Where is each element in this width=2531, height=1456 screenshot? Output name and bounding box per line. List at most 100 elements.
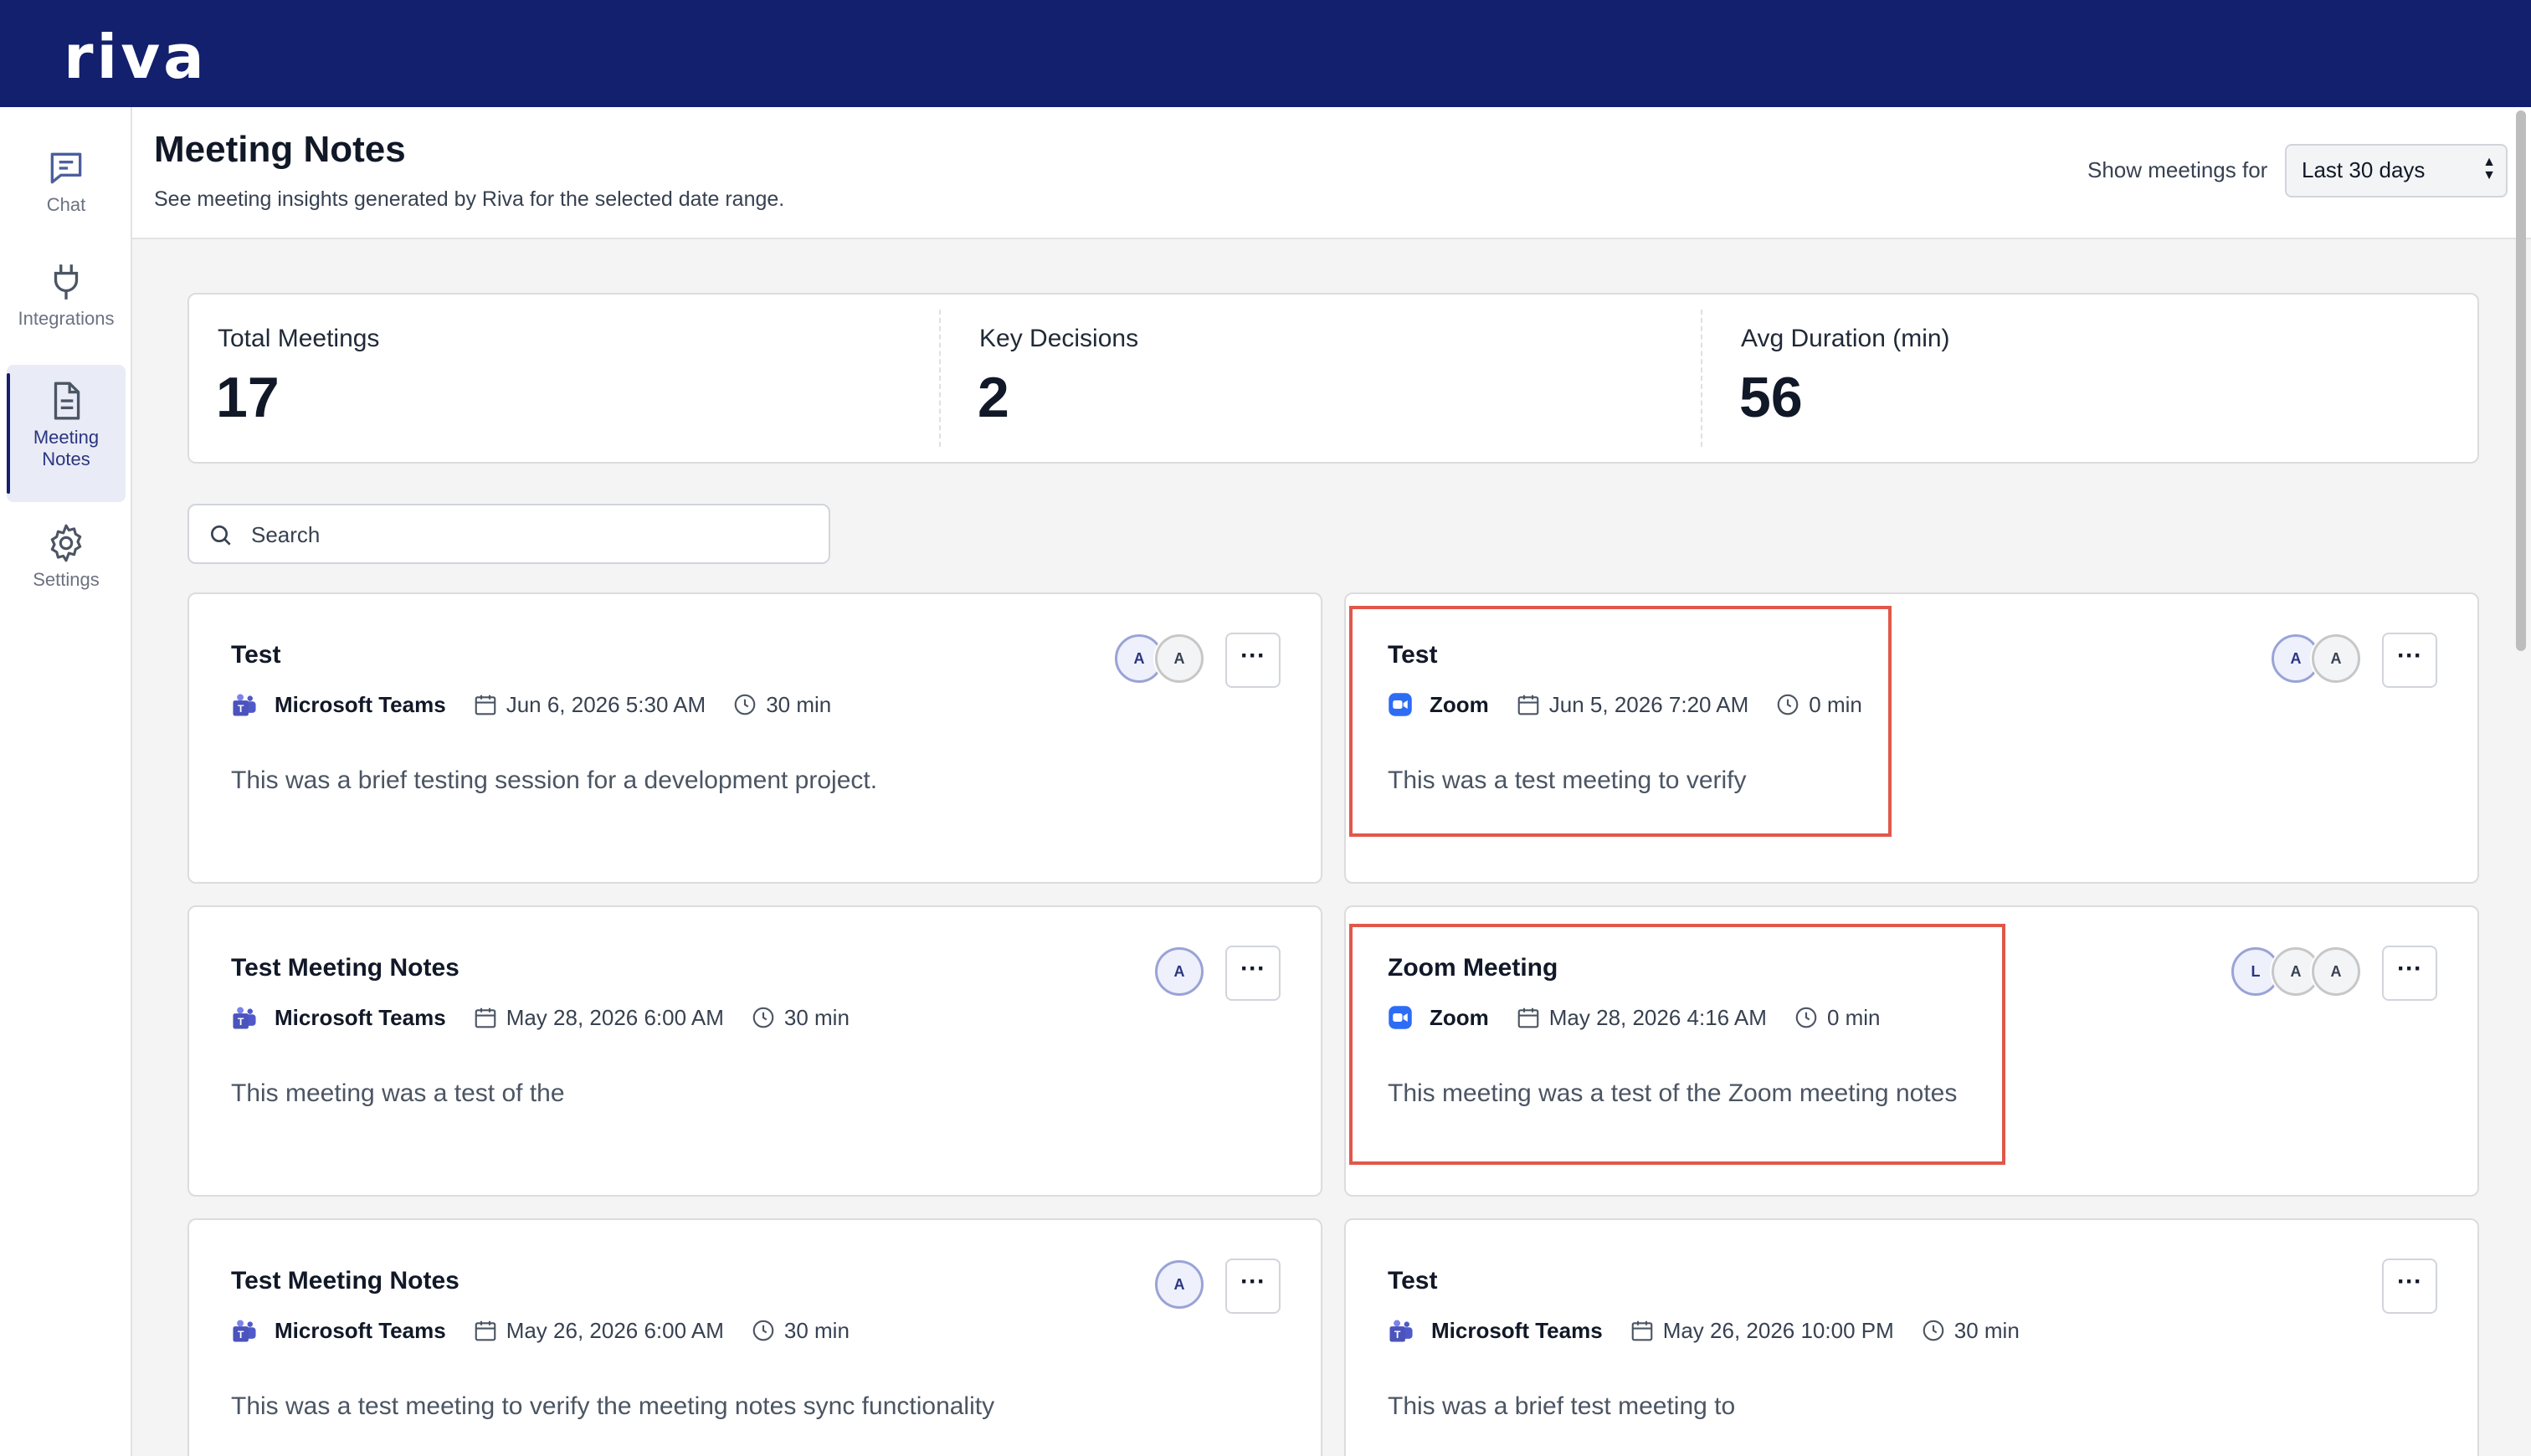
meeting-title: Test Meeting Notes bbox=[231, 1267, 459, 1295]
page-subtitle: See meeting insights generated by Riva f… bbox=[154, 187, 785, 211]
stat-label: Total Meetings bbox=[218, 325, 380, 352]
stat-key-decisions: Key Decisions 2 bbox=[951, 295, 1712, 462]
select-arrows-icon: ▲ ▼ bbox=[2482, 155, 2496, 182]
meeting-card-3[interactable]: Test Meeting Notes T Microsoft Teams May… bbox=[187, 905, 1322, 1197]
date-range-value: Last 30 days bbox=[2302, 157, 2426, 182]
page-header: Meeting Notes See meeting insights gener… bbox=[132, 107, 2531, 239]
meeting-card-6[interactable]: Test T Microsoft Teams May 26, 2026 10:0… bbox=[1344, 1218, 2479, 1456]
meeting-duration: 30 min bbox=[732, 692, 831, 718]
meeting-meta: T Microsoft Teams May 26, 2026 6:00 AM 3… bbox=[231, 1314, 876, 1347]
attendee-avatars: LAA bbox=[2231, 947, 2360, 996]
attendee-avatar[interactable]: A bbox=[2312, 947, 2360, 996]
meeting-platform: T Microsoft Teams bbox=[231, 1318, 446, 1344]
attendee-avatars: A bbox=[1155, 947, 1204, 996]
meeting-platform: T Microsoft Teams bbox=[231, 1005, 446, 1031]
sidebar-item-label: Integrations bbox=[18, 308, 115, 329]
date-range-select[interactable]: Last 30 days ▲ ▼ bbox=[2285, 144, 2508, 197]
meeting-card-5[interactable]: Test Meeting Notes T Microsoft Teams May… bbox=[187, 1218, 1322, 1456]
meeting-title: Test bbox=[231, 641, 281, 669]
platform-name: Microsoft Teams bbox=[275, 691, 446, 717]
meeting-date-text: May 26, 2026 10:00 PM bbox=[1662, 1317, 1894, 1343]
meeting-title: Test bbox=[1388, 1267, 1438, 1295]
sidebar-item-integrations[interactable]: Integrations bbox=[7, 256, 126, 350]
meeting-platform: T Microsoft Teams bbox=[231, 692, 446, 718]
more-options-button[interactable]: ··· bbox=[2382, 1259, 2437, 1314]
sidebar-item-chat[interactable]: Chat bbox=[7, 141, 126, 231]
platform-name: Microsoft Teams bbox=[275, 1317, 446, 1343]
page-title: Meeting Notes bbox=[154, 129, 406, 170]
sidebar-item-meeting-notes[interactable]: Meeting Notes bbox=[7, 365, 126, 502]
chat-icon bbox=[50, 152, 82, 184]
clock-icon bbox=[752, 1007, 774, 1028]
more-options-button[interactable]: ··· bbox=[1225, 946, 1281, 1001]
clock-icon bbox=[734, 694, 756, 715]
stat-avg-duration: Avg Duration (min) 56 bbox=[1712, 295, 2474, 462]
platform-name: Microsoft Teams bbox=[275, 1004, 446, 1030]
meeting-platform: T Microsoft Teams bbox=[1388, 1318, 1603, 1344]
more-options-button[interactable]: ··· bbox=[1225, 633, 1281, 688]
sidebar-item-label: Chat bbox=[46, 194, 86, 215]
stat-value: 17 bbox=[216, 366, 280, 429]
sidebar-item-settings[interactable]: Settings bbox=[7, 517, 126, 611]
highlight-box bbox=[1349, 606, 1892, 837]
meeting-duration: 30 min bbox=[751, 1005, 850, 1031]
meeting-title: Test Meeting Notes bbox=[231, 954, 459, 982]
search-box[interactable] bbox=[187, 504, 830, 564]
microsoft-teams-icon: T bbox=[231, 1318, 266, 1343]
calendar-icon bbox=[475, 695, 495, 715]
stat-total-meetings: Total Meetings 17 bbox=[189, 295, 951, 462]
microsoft-teams-icon: T bbox=[231, 1005, 266, 1030]
svg-text:T: T bbox=[238, 703, 244, 715]
document-icon bbox=[54, 382, 80, 420]
meeting-date: May 26, 2026 6:00 AM bbox=[473, 1318, 724, 1344]
meeting-duration-text: 30 min bbox=[766, 691, 832, 717]
calendar-icon bbox=[475, 1007, 495, 1028]
stat-label: Key Decisions bbox=[979, 325, 1139, 352]
stat-divider bbox=[1701, 310, 1702, 447]
more-options-button[interactable]: ··· bbox=[2382, 946, 2437, 1001]
meeting-card-1[interactable]: Test T Microsoft Teams Jun 6, 2026 5:30 … bbox=[187, 592, 1322, 884]
svg-text:T: T bbox=[1394, 1329, 1401, 1341]
stat-divider bbox=[939, 310, 941, 447]
clock-icon bbox=[752, 1320, 774, 1341]
calendar-icon bbox=[1631, 1320, 1652, 1341]
attendee-avatars: AA bbox=[1115, 634, 1204, 683]
meeting-duration: 30 min bbox=[751, 1318, 850, 1344]
platform-name: Microsoft Teams bbox=[1431, 1317, 1603, 1343]
attendee-avatars: A bbox=[1155, 1260, 1204, 1309]
date-range-label: Show meetings for bbox=[2087, 157, 2268, 182]
clock-icon bbox=[1923, 1320, 1944, 1341]
meeting-date-text: May 26, 2026 6:00 AM bbox=[506, 1317, 724, 1343]
meeting-summary: This was a brief test meeting to bbox=[1388, 1392, 1736, 1420]
scrollbar-thumb[interactable] bbox=[2516, 110, 2526, 651]
page-scrollbar[interactable] bbox=[2514, 110, 2528, 1456]
plug-icon bbox=[54, 264, 79, 300]
attendee-avatars: AA bbox=[2272, 634, 2360, 683]
meeting-summary: This was a brief testing session for a d… bbox=[231, 766, 878, 794]
top-bar: riva bbox=[0, 0, 2531, 107]
attendee-avatar[interactable]: A bbox=[1155, 1260, 1204, 1309]
sidebar-item-label: Meeting bbox=[33, 427, 100, 448]
meeting-duration-text: 30 min bbox=[1953, 1317, 2020, 1343]
calendar-icon bbox=[475, 1320, 495, 1341]
microsoft-teams-icon: T bbox=[1388, 1318, 1423, 1343]
meeting-date-text: Jun 6, 2026 5:30 AM bbox=[506, 691, 706, 717]
riva-logo[interactable]: riva bbox=[64, 22, 208, 92]
more-options-button[interactable]: ··· bbox=[1225, 1259, 1281, 1314]
app: riva Chat Integrations Meeting Notes Set… bbox=[0, 0, 2531, 1456]
stats-panel: Total Meetings 17 Key Decisions 2 Avg Du… bbox=[187, 293, 2479, 464]
meeting-duration-text: 30 min bbox=[783, 1317, 850, 1343]
gear-icon bbox=[50, 524, 82, 562]
attendee-avatar[interactable]: A bbox=[2312, 634, 2360, 683]
meeting-duration-text: 30 min bbox=[783, 1004, 850, 1030]
attendee-avatar[interactable]: A bbox=[1155, 947, 1204, 996]
search-input[interactable] bbox=[249, 517, 805, 552]
attendee-avatar[interactable]: A bbox=[1155, 634, 1204, 683]
more-options-button[interactable]: ··· bbox=[2382, 633, 2437, 688]
meeting-date: May 28, 2026 6:00 AM bbox=[473, 1005, 724, 1031]
stat-value: 56 bbox=[1739, 366, 1803, 429]
search-icon bbox=[211, 525, 231, 546]
microsoft-teams-icon: T bbox=[231, 692, 266, 717]
stat-value: 2 bbox=[978, 366, 1009, 429]
meeting-duration: 30 min bbox=[1921, 1318, 2020, 1344]
